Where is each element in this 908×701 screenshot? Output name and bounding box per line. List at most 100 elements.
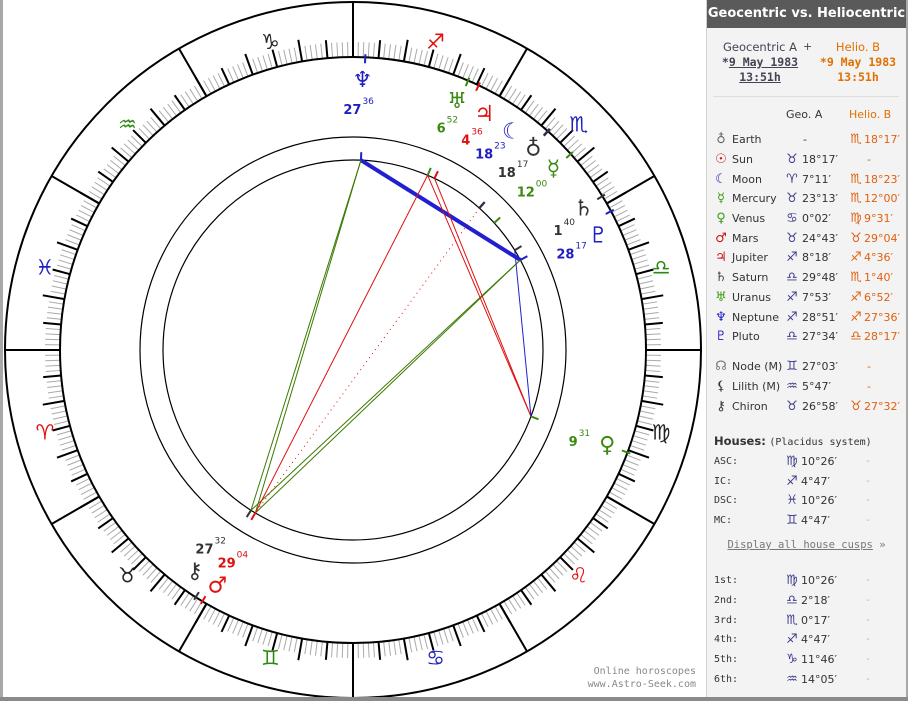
geo-position: 27°03′	[802, 360, 838, 373]
uranus-degree: 6	[437, 121, 446, 136]
planet-row-venus: ♀ Venus ♋ 0°02′ ♍ 9°31′	[707, 210, 906, 228]
geo-sign-icon: ♐	[786, 310, 798, 325]
column-helio-b: Helio. B	[849, 108, 892, 121]
zodiac-inner-circle	[59, 56, 647, 644]
sign-icon: ♑	[786, 652, 798, 667]
house-position: 11°46′	[801, 653, 837, 666]
house-label: 5th:	[714, 654, 739, 665]
helio-sign-icon: ♉	[850, 399, 862, 414]
helio-position: 27°32′	[864, 400, 900, 413]
planet-row-sun: ☉ Sun ♉ 18°17′ -	[707, 151, 906, 169]
angle-row: ASC: ♍ 10°26′ -	[707, 453, 906, 471]
venus-minutes: 31	[579, 429, 590, 439]
house-cusp-row: 1st: ♍ 10°26′ -	[707, 572, 906, 590]
jupiter-degree: 4	[461, 133, 470, 148]
planet-name: Neptune	[732, 311, 780, 324]
helio-position: 27°36′	[864, 311, 900, 324]
house-position: 10°26′	[801, 574, 837, 587]
helio-position: 29°04′	[864, 232, 900, 245]
helio-sign-icon: ♍	[850, 211, 862, 226]
geo-sign-icon: ♈	[786, 172, 798, 187]
angle-row: DSC: ♓ 10°26′ -	[707, 492, 906, 510]
helio-sign-icon: ♏	[850, 132, 862, 147]
geo-sign-icon: ♎	[786, 270, 798, 285]
planet-name: Pluto	[732, 330, 760, 343]
zodiac-sign-icon: ♈	[35, 421, 54, 445]
mars-degree: 29	[218, 557, 236, 572]
helio-house: -	[865, 476, 872, 487]
jupiter-icon: ♃	[715, 250, 727, 265]
chart-a-prefix: *	[721, 55, 729, 69]
sign-icon: ♍	[786, 454, 798, 469]
neptune-minutes: 36	[362, 97, 374, 107]
earth-minutes: 17	[517, 160, 528, 170]
planet-name: Mercury	[732, 192, 777, 205]
moon-icon: ☾	[502, 119, 522, 144]
geo-position: 7°11′	[802, 173, 831, 186]
helio-position: -	[867, 380, 871, 393]
planet-name: Earth	[732, 133, 762, 146]
house-position: 10°26′	[801, 494, 837, 507]
helio-position: -	[867, 360, 871, 373]
chevron-right-icon: »	[879, 539, 886, 551]
planet-name: Saturn	[732, 271, 769, 284]
sign-icon: ♊	[786, 513, 798, 528]
house-position: 4°47′	[801, 475, 830, 488]
zodiac-sign-icon: ♒	[118, 112, 137, 136]
chart-a-time-link[interactable]: 13:51h	[713, 70, 807, 85]
mercury-icon: ☿	[717, 191, 725, 206]
geo-position: 5°47′	[802, 380, 831, 393]
geo-sign-icon: ♒	[786, 379, 798, 394]
positions-panel: Geocentric vs. Heliocentric Geocentric A…	[706, 0, 908, 697]
chiron-minutes: 32	[215, 537, 226, 547]
degree-tick	[645, 338, 661, 341]
helio-sign-icon: ♏	[850, 270, 862, 285]
geo-sign-icon: ♐	[786, 250, 798, 265]
venus-icon: ♀	[716, 211, 726, 226]
moon-icon: ☾	[715, 172, 727, 187]
geo-sign-icon: ♉	[786, 152, 798, 167]
earth-degree: 18	[498, 166, 516, 181]
degree-tick	[45, 359, 61, 362]
point-icon: ⚷	[716, 399, 726, 414]
point-icon: ⚸	[716, 379, 726, 394]
helio-position: 6°52′	[864, 291, 893, 304]
sign-icon: ♍	[786, 573, 798, 588]
planet-name: Mars	[732, 232, 759, 245]
helio-sign-icon: ♏	[850, 191, 862, 206]
geo-position: 26°58′	[802, 400, 838, 413]
planet-name: Moon	[732, 173, 762, 186]
planet-row-jupiter: ♃ Jupiter ♐ 8°18′ ♐ 4°36′	[707, 249, 906, 267]
jupiter-icon: ♃	[475, 102, 495, 127]
angle-row: IC: ♐ 4°47′ -	[707, 473, 906, 491]
zodiac-sign-icon: ♉	[118, 564, 137, 588]
pluto-icon: ♇	[715, 329, 727, 344]
uranus-minutes: 52	[447, 115, 458, 125]
footer-line-1: Online horoscopes	[593, 666, 696, 677]
zodiac-sign-icon: ♓	[35, 255, 54, 279]
planet-row-mars: ♂ Mars ♉ 24°43′ ♉ 29°04′	[707, 230, 906, 248]
helio-house: -	[865, 515, 872, 526]
house-cusp-row: 3rd: ♏ 0°17′ -	[707, 612, 906, 630]
sign-icon: ♎	[786, 593, 798, 608]
pluto-minutes: 17	[575, 241, 586, 251]
neptune-degree: 27	[343, 103, 361, 118]
zodiac-sign-icon: ♌	[569, 564, 588, 588]
house-label: IC:	[714, 476, 733, 487]
display-house-cusps-link[interactable]: Display all house cusps	[727, 539, 872, 551]
chart-a-date-link[interactable]: 9 May 1983	[729, 55, 798, 69]
degree-tick	[645, 359, 661, 362]
helio-position: 18°23′	[864, 173, 900, 186]
planet-name: Jupiter	[732, 251, 768, 264]
astro-wheel: ♈♉♊ ♋♌♍♎♏♐♑♒♓ ♆2736 ♅652 ♃436 ☾1823 ♁1817 ☿120…	[4, 1, 702, 697]
sign-icon: ♐	[786, 474, 798, 489]
jupiter-minutes: 36	[471, 127, 483, 137]
point-row: ⚸ Lilith (M) ♒ 5°47′ -	[707, 378, 906, 396]
sign-icon: ♒	[786, 672, 798, 687]
house-system: (Placidus system)	[769, 437, 872, 448]
saturn-icon: ♄	[574, 197, 594, 222]
uranus-icon: ♅	[715, 290, 727, 305]
helio-position: 1°40′	[864, 271, 893, 284]
house-label: 2nd:	[714, 595, 739, 606]
house-label: 1st:	[714, 575, 739, 586]
